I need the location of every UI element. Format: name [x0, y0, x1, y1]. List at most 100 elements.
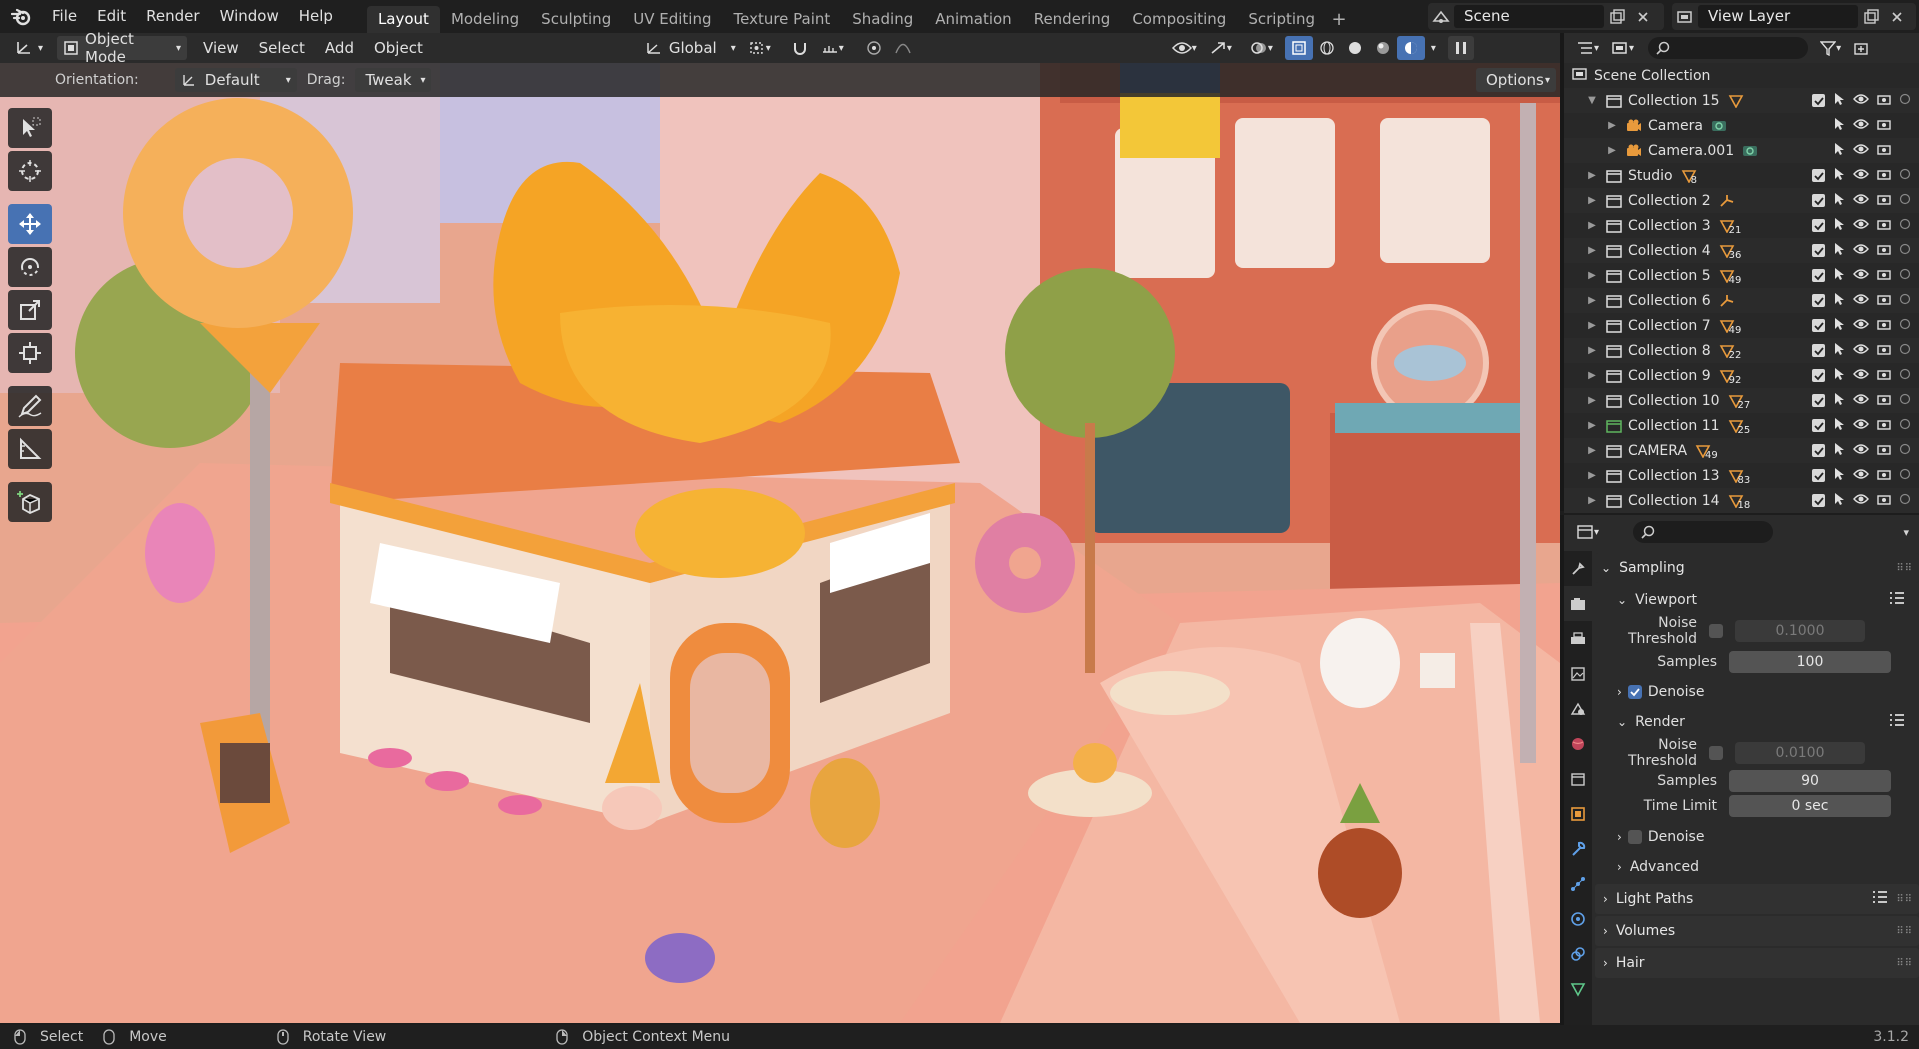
snap-target-button[interactable]: ▾ — [815, 36, 850, 60]
outliner-row[interactable]: ▶ Collection 13 83 — [1564, 463, 1919, 488]
tab-compositing[interactable]: Compositing — [1121, 6, 1237, 33]
orientation-dropdown[interactable]: Default ▾ — [174, 68, 297, 92]
cursor-tool[interactable] — [8, 151, 52, 191]
modifiers-tab[interactable] — [1564, 831, 1592, 866]
menu-view[interactable]: View — [193, 33, 249, 63]
exclude-checkbox[interactable] — [1812, 169, 1825, 182]
eye-icon[interactable] — [1853, 443, 1869, 459]
render-subpanel-header[interactable]: ⌄ Render — [1595, 707, 1919, 737]
holdout-circle-icon[interactable] — [1899, 318, 1911, 334]
holdout-circle-icon[interactable] — [1899, 193, 1911, 209]
output-tab[interactable] — [1564, 621, 1592, 656]
snap-toggle[interactable] — [785, 36, 815, 60]
outliner-search-input[interactable] — [1648, 37, 1809, 59]
outliner-row[interactable]: ▶ Collection 4 36 — [1564, 238, 1919, 263]
constraints-tab[interactable] — [1564, 936, 1592, 971]
physics-tab[interactable] — [1564, 901, 1592, 936]
menu-file[interactable]: File — [42, 0, 87, 33]
disclosure-collapsed-icon[interactable]: ▶ — [1586, 320, 1598, 331]
outliner-row[interactable]: ▶ Collection 11 25 — [1564, 413, 1919, 438]
render-camera-icon[interactable] — [1877, 293, 1891, 309]
shading-rendered-button[interactable] — [1396, 36, 1425, 60]
holdout-circle-icon[interactable] — [1899, 243, 1911, 259]
exclude-checkbox[interactable] — [1812, 219, 1825, 232]
preset-list-icon[interactable] — [1889, 591, 1905, 609]
render-camera-icon[interactable] — [1877, 143, 1891, 159]
scene-name-field[interactable]: Scene — [1454, 5, 1604, 28]
eye-icon[interactable] — [1853, 368, 1869, 384]
visibility-button[interactable]: ▾ — [1166, 36, 1203, 60]
tab-uv-editing[interactable]: UV Editing — [622, 6, 722, 33]
selectable-arrow-icon[interactable] — [1833, 342, 1845, 360]
shading-wireframe-button[interactable] — [1313, 36, 1341, 60]
drag-handle-icon[interactable]: ⠿⠿ — [1896, 894, 1913, 905]
selectable-arrow-icon[interactable] — [1833, 142, 1845, 160]
outliner-row[interactable]: ▶ Studio 8 — [1564, 163, 1919, 188]
selectable-arrow-icon[interactable] — [1833, 92, 1845, 110]
disclosure-collapsed-icon[interactable]: ▶ — [1586, 445, 1598, 456]
scene-icon[interactable] — [1428, 5, 1454, 28]
selectable-arrow-icon[interactable] — [1833, 417, 1845, 435]
outliner-row[interactable]: ▶ Collection 6 — [1564, 288, 1919, 313]
proportional-edit-toggle[interactable] — [860, 36, 888, 60]
render-samples-field[interactable]: 90 — [1729, 769, 1891, 792]
selectable-arrow-icon[interactable] — [1833, 442, 1845, 460]
outliner-row[interactable]: ▶ Camera.001 — [1564, 138, 1919, 163]
disclosure-collapsed-icon[interactable]: ▶ — [1586, 220, 1598, 231]
xray-toggle[interactable] — [1284, 36, 1313, 60]
selectable-arrow-icon[interactable] — [1833, 367, 1845, 385]
disclosure-collapsed-icon[interactable]: ▶ — [1586, 245, 1598, 256]
outliner-row[interactable]: ▶ Collection 9 92 — [1564, 363, 1919, 388]
eye-icon[interactable] — [1853, 493, 1869, 509]
outliner-editor-type-button[interactable]: ▾ — [1570, 36, 1605, 60]
annotate-tool[interactable] — [8, 386, 52, 426]
exclude-checkbox[interactable] — [1812, 494, 1825, 507]
exclude-checkbox[interactable] — [1812, 294, 1825, 307]
delete-view-layer-icon[interactable] — [1884, 5, 1910, 28]
outliner-row[interactable]: ▶ Collection 7 49 — [1564, 313, 1919, 338]
tab-sculpting[interactable]: Sculpting — [530, 6, 622, 33]
exclude-checkbox[interactable] — [1812, 444, 1825, 457]
3d-viewport[interactable] — [0, 63, 1560, 1023]
selectable-arrow-icon[interactable] — [1833, 242, 1845, 260]
menu-add[interactable]: Add — [315, 33, 364, 63]
holdout-circle-icon[interactable] — [1899, 418, 1911, 434]
selectable-arrow-icon[interactable] — [1833, 267, 1845, 285]
outliner-row[interactable]: ▶ Collection 5 49 — [1564, 263, 1919, 288]
disclosure-collapsed-icon[interactable]: ▶ — [1586, 395, 1598, 406]
eye-icon[interactable] — [1853, 343, 1869, 359]
exclude-checkbox[interactable] — [1812, 369, 1825, 382]
move-tool[interactable] — [8, 204, 52, 244]
properties-search-input[interactable] — [1633, 521, 1774, 543]
tab-shading[interactable]: Shading — [841, 6, 924, 33]
disclosure-collapsed-icon[interactable]: ▶ — [1606, 145, 1618, 156]
holdout-circle-icon[interactable] — [1899, 468, 1911, 484]
render-denoise-checkbox[interactable] — [1627, 830, 1642, 844]
holdout-circle-icon[interactable] — [1899, 93, 1911, 109]
holdout-circle-icon[interactable] — [1899, 343, 1911, 359]
outliner-row[interactable]: ▶ Collection 14 18 — [1564, 488, 1919, 513]
editor-type-button[interactable]: ▾ — [8, 36, 49, 60]
render-camera-icon[interactable] — [1877, 168, 1891, 184]
render-camera-icon[interactable] — [1877, 368, 1891, 384]
preset-list-icon[interactable] — [1872, 890, 1888, 908]
view-layer-name-field[interactable]: View Layer — [1698, 5, 1858, 28]
selectable-arrow-icon[interactable] — [1833, 317, 1845, 335]
disclosure-collapsed-icon[interactable]: ▶ — [1586, 170, 1598, 181]
overlay-toggle[interactable]: ▾ — [1244, 36, 1279, 60]
viewport-samples-field[interactable]: 100 — [1729, 650, 1891, 673]
eye-icon[interactable] — [1853, 393, 1869, 409]
holdout-circle-icon[interactable] — [1899, 493, 1911, 509]
menu-help[interactable]: Help — [289, 0, 343, 33]
new-collection-button[interactable] — [1847, 36, 1875, 60]
menu-object[interactable]: Object — [364, 33, 433, 63]
drag-handle-icon[interactable]: ⠿⠿ — [1896, 563, 1913, 574]
selectable-arrow-icon[interactable] — [1833, 217, 1845, 235]
render-camera-icon[interactable] — [1877, 118, 1891, 134]
preset-list-icon[interactable] — [1889, 713, 1905, 731]
tab-layout[interactable]: Layout — [366, 6, 440, 33]
drag-handle-icon[interactable]: ⠿⠿ — [1896, 958, 1913, 969]
holdout-circle-icon[interactable] — [1899, 293, 1911, 309]
sampling-panel-header[interactable]: ⌄ Sampling ⠿⠿ — [1595, 553, 1919, 583]
world-tab[interactable] — [1564, 726, 1592, 761]
